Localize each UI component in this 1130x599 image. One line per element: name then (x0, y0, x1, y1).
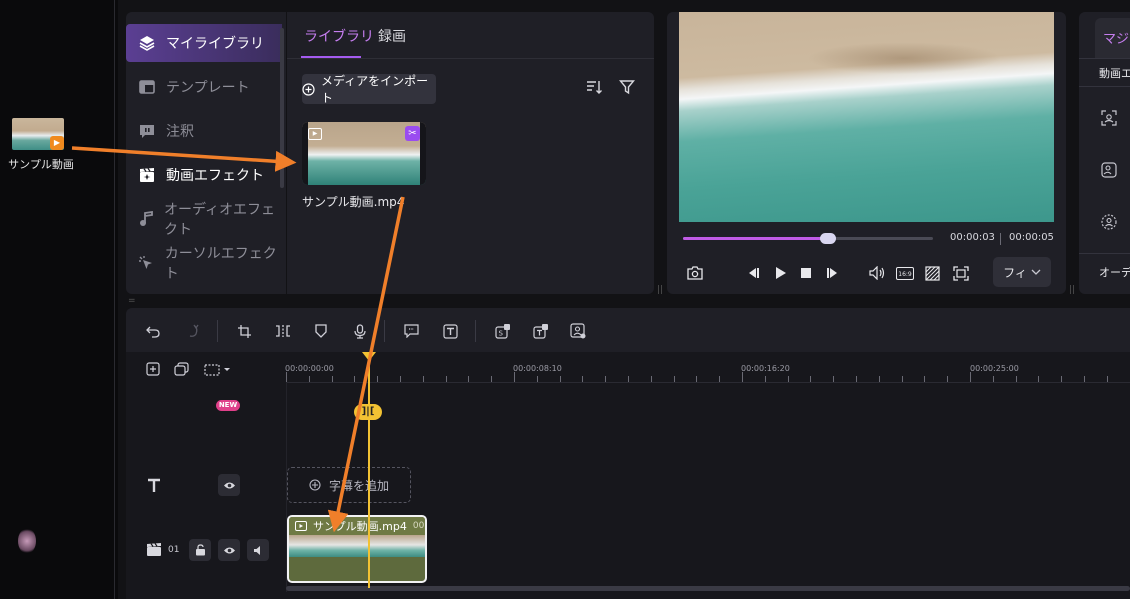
arrow-to-timeline (327, 196, 405, 533)
arrow-to-library (71, 146, 297, 172)
drag-arrow-overlay (71, 146, 405, 533)
